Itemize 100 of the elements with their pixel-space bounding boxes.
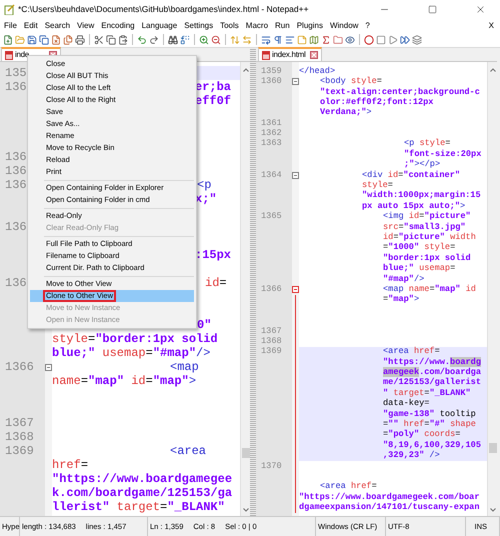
window-title: *C:\Users\beuhdave\Documents\GitHub\boardgames\index.html - Notepad++ [18, 3, 309, 16]
menu-item[interactable]: Search [44, 20, 70, 32]
menu-item[interactable]: Window [330, 20, 358, 32]
undo-icon[interactable] [137, 34, 147, 44]
code-line: data-key= [383, 397, 430, 410]
maximize-icon[interactable] [428, 5, 437, 14]
line-number: 136 [5, 177, 27, 194]
fold-icon[interactable] [45, 364, 52, 370]
line-number: 1359 [261, 64, 282, 77]
code-line: "https://www.boardgamegee [52, 471, 232, 487]
close-document-button[interactable]: X [488, 20, 494, 32]
paste-icon[interactable] [118, 34, 128, 44]
line-number: 135 [5, 65, 27, 82]
code-line: <p [197, 177, 212, 193]
code-line: "text-align:center;background-c [320, 86, 480, 98]
menu-item[interactable]: Settings [184, 20, 214, 32]
code-line: olor:#eff0f2;font:12px [320, 96, 434, 108]
code-line: id= [205, 275, 227, 292]
code-line: "#map"/> [383, 272, 424, 286]
zoom-out-icon[interactable] [211, 34, 221, 44]
code-line: ="poly" coords= [383, 428, 460, 440]
code-line: <map name="map" id [383, 283, 476, 294]
map-icon[interactable] [309, 34, 319, 44]
fold-icon[interactable] [292, 172, 299, 179]
code-line: "font-size:20px [404, 148, 482, 160]
menu-item[interactable]: Plugins [296, 20, 323, 32]
line-number: 136 [5, 163, 27, 180]
code-line: Verdana;"> [320, 106, 372, 120]
sync-horizontal-icon[interactable] [242, 34, 252, 44]
pilcrow-icon[interactable] [273, 34, 283, 44]
line-number: 136 [5, 219, 27, 236]
redo-icon[interactable] [149, 34, 159, 44]
scrollbar[interactable] [487, 62, 497, 516]
zoom-in-icon[interactable] [199, 34, 209, 44]
code-line: "8,19,6,100,329,105 [383, 438, 481, 450]
line-number: 136 [5, 79, 27, 96]
line-number: 1360 [261, 75, 282, 88]
code-line: blue;" usemap= [383, 262, 456, 274]
scrollbar[interactable] [240, 62, 250, 516]
menu-item[interactable]: Encoding [101, 20, 135, 32]
line-number: 136 [5, 275, 27, 292]
code-line: <map [170, 359, 199, 375]
close-file-icon[interactable] [51, 34, 61, 44]
line-number: 1368 [5, 429, 34, 446]
file-icon [262, 50, 270, 60]
menu-item[interactable]: Edit [24, 20, 38, 32]
line-number: 1370 [261, 460, 282, 472]
code-line: "border:1px solid [383, 252, 471, 264]
menu-item[interactable]: Macro [246, 20, 268, 32]
line-number: 1369 [5, 443, 34, 460]
scroll-thumb[interactable] [242, 448, 250, 458]
code-line: ="map"> [383, 293, 420, 306]
code-line: llerist" target="_BLANK" [52, 499, 225, 516]
code-line: " target="_BLANK" [383, 386, 471, 398]
code-line: name="map" id="map"> [52, 373, 196, 390]
menu-item[interactable]: Language [142, 20, 178, 32]
code-line: <area [170, 443, 206, 460]
file-tab[interactable]: index.html [258, 47, 322, 61]
function-icon[interactable] [321, 34, 331, 44]
line-number: 1366 [5, 359, 34, 376]
eye-icon[interactable] [345, 34, 355, 44]
play-icon[interactable] [388, 34, 398, 44]
line-number: 136 [5, 149, 27, 166]
fast-forward-icon[interactable] [400, 34, 410, 44]
code-line: 0" [197, 317, 212, 333]
copy-icon[interactable] [106, 34, 116, 44]
code-line: <body style= [320, 75, 382, 88]
notepad-icon [4, 4, 15, 15]
code-line: style="border:1px solid [52, 331, 218, 347]
record-icon[interactable] [364, 34, 374, 44]
stop-icon[interactable] [376, 34, 386, 44]
code-line: ="1000" style= [383, 241, 456, 254]
tab-label: inde [15, 49, 29, 61]
scissors-icon[interactable] [94, 34, 104, 44]
menu-item[interactable]: ? [365, 20, 370, 32]
scroll-thumb[interactable] [489, 443, 497, 453]
menu-item[interactable]: View [77, 20, 94, 32]
code-line: <img id="picture" [383, 210, 471, 222]
code-line: <p style= [404, 137, 450, 150]
fold-icon[interactable] [292, 286, 299, 293]
new-file-icon[interactable] [3, 34, 13, 44]
line-number: 1369 [261, 345, 282, 358]
menu-item[interactable]: Run [275, 20, 290, 32]
close-icon[interactable] [475, 4, 486, 15]
code-line: </head> [299, 64, 336, 76]
code-line: <div id="container" [362, 168, 460, 180]
printer-icon[interactable] [75, 34, 85, 44]
code-line: id="picture" width [383, 231, 476, 242]
menu-item[interactable]: Tools [220, 20, 239, 32]
replace-icon[interactable] [180, 34, 190, 44]
line-number: 1367 [261, 324, 282, 337]
sync-vertical-icon[interactable] [230, 34, 240, 44]
folder-icon[interactable] [333, 34, 343, 44]
menu-item[interactable]: File [4, 20, 17, 32]
word-wrap-icon[interactable] [261, 34, 271, 44]
fold-icon[interactable] [292, 78, 299, 86]
find-icon[interactable] [168, 34, 178, 44]
tab-label: index.html [272, 49, 306, 61]
line-number: 1366 [261, 282, 282, 296]
save-icon[interactable] [27, 34, 37, 44]
